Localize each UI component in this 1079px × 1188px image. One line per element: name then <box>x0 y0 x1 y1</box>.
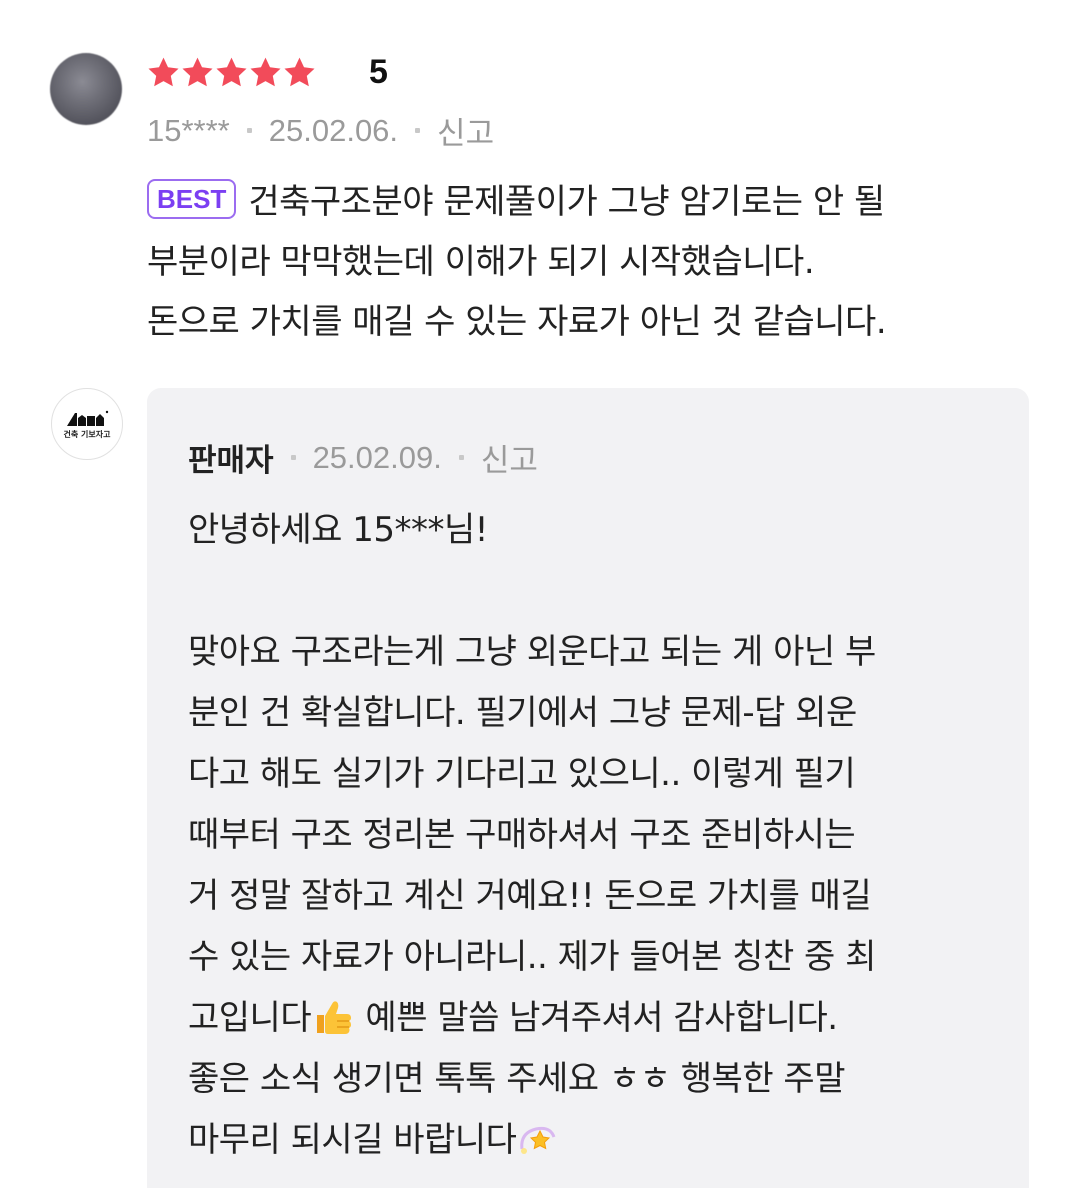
best-badge: BEST <box>147 179 237 219</box>
star-icon <box>282 55 317 90</box>
reply-line: 거 정말 잘하고 계신 거예요!! 돈으로 가치를 매길 <box>188 876 872 916</box>
thumbs-up-icon <box>317 1001 352 1034</box>
reply-line: 좋은 소식 생기면 톡톡 주세요 ㅎㅎ 행복한 주말 <box>188 1059 845 1099</box>
review-line: BEST 건축구조분야 문제풀이가 그냥 암기로는 안 될 <box>147 172 1027 232</box>
report-link[interactable]: 신고 <box>437 108 494 153</box>
reply-line: 마무리 되시길 바랍니다 <box>188 1110 1008 1171</box>
reply-line: 때부터 구조 정리본 구매하셔서 구조 준비하시는 <box>188 815 856 855</box>
reply-date: 25.02.09. <box>312 439 442 475</box>
seller-logo-icon <box>67 410 109 426</box>
reply-line: 다고 해도 실기가 기다리고 있으니.. 이렇게 필기 <box>188 754 856 794</box>
star-icon <box>248 55 283 90</box>
separator-dot <box>458 455 464 460</box>
star-icon <box>146 55 181 90</box>
rating-value: 5 <box>369 53 388 91</box>
review-body: BEST 건축구조분야 문제풀이가 그냥 암기로는 안 될 부분이라 막막했는데 … <box>147 172 1027 352</box>
seller-logo-text: 건축 기보자고 <box>63 429 111 439</box>
seller-avatar[interactable]: 건축 기보자고 <box>51 388 123 460</box>
reply-body: 안녕하세요 15***님! 맞아요 구조라는게 그냥 외운다고 되는 게 아닌 … <box>188 500 1008 1171</box>
reply-greeting: 안녕하세요 15***님! <box>188 510 488 550</box>
reply-report-link[interactable]: 신고 <box>481 435 538 480</box>
reviewer-avatar[interactable] <box>50 53 122 125</box>
review-line: 돈으로 가치를 매길 수 있는 자료가 아닌 것 같습니다. <box>147 302 887 342</box>
reply-line: 고입니다 예쁜 말씀 남겨주셔서 감사합니다. <box>188 998 838 1038</box>
review-date: 25.02.06. <box>268 112 399 148</box>
separator-dot <box>415 128 421 133</box>
review-meta: 15**** 25.02.06. 신고 <box>147 108 494 153</box>
star-rating <box>146 55 316 90</box>
dizzy-star-icon <box>520 1126 556 1154</box>
star-icon <box>214 55 249 90</box>
review-line: 부분이라 막막했는데 이해가 되기 시작했습니다. <box>147 242 815 282</box>
reply-line: 수 있는 자료가 아니라니.. 제가 들어본 칭찬 중 최 <box>188 937 876 977</box>
seller-label: 판매자 <box>188 443 274 479</box>
reviewer-id: 15**** <box>147 112 230 148</box>
reply-line: 맞아요 구조라는게 그냥 외운다고 되는 게 아닌 부 <box>188 632 876 672</box>
reply-line: 분인 건 확실합니다. 필기에서 그냥 문제-답 외운 <box>188 693 857 733</box>
separator-dot <box>290 455 296 460</box>
reply-meta: 판매자 25.02.09. 신고 <box>188 435 538 480</box>
separator-dot <box>246 128 252 133</box>
star-icon <box>180 55 215 90</box>
